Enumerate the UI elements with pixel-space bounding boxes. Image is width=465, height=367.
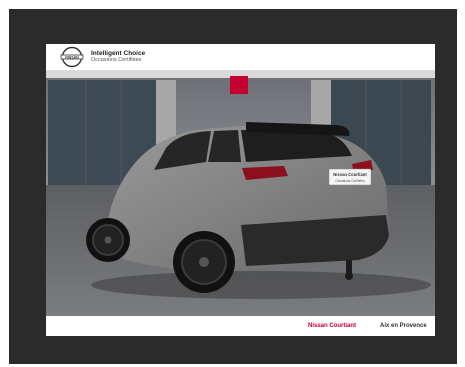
top-banner: NISSAN Intelligent Choice Occasions Cert… — [46, 44, 435, 70]
brand-subtitle: Occasions Certifiées — [91, 56, 142, 63]
listing-photo: NISSAN Intelligent Choice Occasions Cert… — [46, 44, 435, 336]
red-sign — [230, 76, 248, 94]
car-scene: Nissan Courtiant Occasions Certifiées — [46, 70, 435, 316]
front-wheel — [86, 218, 130, 262]
dealer-city: Aix en Provence — [380, 323, 427, 329]
brand-text: Intelligent Choice Occasions Certifiées — [91, 50, 145, 64]
plate-line1: Nissan Courtiant — [333, 172, 367, 177]
logo-word: NISSAN — [65, 55, 79, 59]
bottom-banner: Nissan Courtiant Aix en Provence — [46, 316, 435, 336]
rear-wheel — [173, 231, 235, 293]
plate-line2: Occasions Certifiées — [335, 179, 365, 183]
dealer-name: Nissan Courtiant — [308, 323, 357, 329]
nissan-logo-icon: NISSAN — [60, 46, 84, 68]
tow-hitch — [346, 260, 352, 274]
car-shadow — [91, 271, 431, 299]
tow-ball — [345, 272, 353, 280]
